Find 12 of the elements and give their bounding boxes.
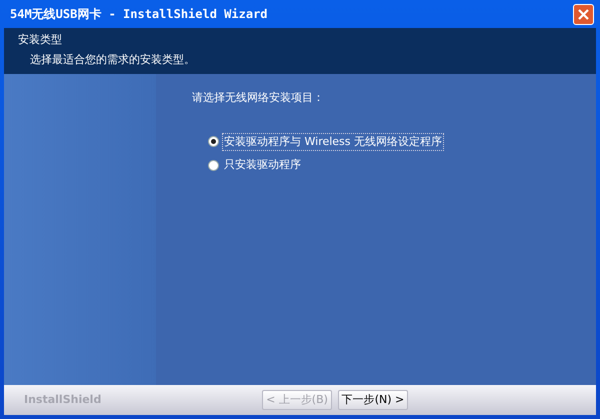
window-title: 54M无线USB网卡 - InstallShield Wizard xyxy=(10,6,268,23)
close-button[interactable] xyxy=(573,4,594,24)
prompt-text: 请选择无线网络安装项目： xyxy=(192,90,325,106)
radio-button[interactable] xyxy=(208,160,219,171)
header-subtitle: 选择最适合您的需求的安装类型。 xyxy=(29,52,196,68)
option-label[interactable]: 只安装驱动程序 xyxy=(222,156,303,174)
header-title: 安装类型 xyxy=(18,32,63,48)
close-icon xyxy=(578,8,589,20)
radio-button[interactable] xyxy=(208,136,219,148)
brand-label: InstallShield xyxy=(23,392,102,408)
wizard-button[interactable]: 下一步(N) > xyxy=(338,390,408,410)
option-label[interactable]: 安装驱动程序与 Wireless 无线网络设定程序 xyxy=(222,132,444,151)
